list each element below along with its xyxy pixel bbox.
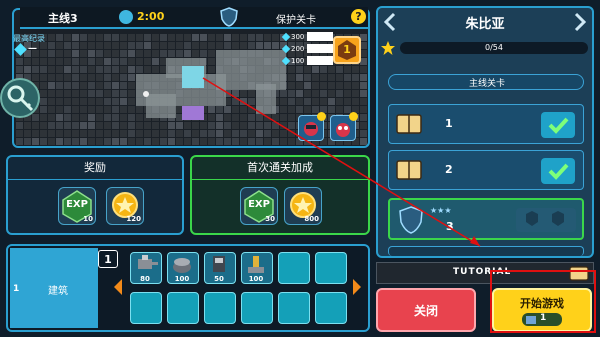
annotation-line	[202, 77, 481, 247]
annotation-box	[490, 270, 596, 333]
annotation-overlay	[202, 77, 596, 333]
annotation-arrowhead	[470, 236, 480, 246]
